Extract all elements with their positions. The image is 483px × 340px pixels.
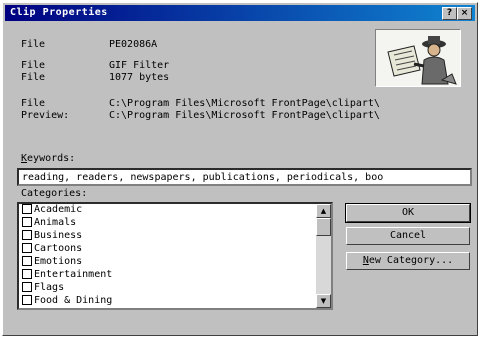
preview-path-label: Preview:: [21, 110, 70, 121]
category-item-academic[interactable]: Academic: [22, 204, 82, 215]
file-name-label: File: [21, 39, 46, 50]
keywords-input-value: reading, readers, newspapers, publicatio…: [22, 172, 384, 183]
category-checkbox[interactable]: [22, 256, 32, 266]
cancel-button[interactable]: Cancel: [346, 227, 470, 245]
help-button[interactable]: ?: [442, 7, 457, 20]
scroll-down-arrow-icon[interactable]: ▼: [316, 294, 331, 308]
category-item-business[interactable]: Business: [22, 230, 82, 241]
file-size-value: 1077 bytes: [109, 72, 170, 83]
title-bar: Clip Properties ? ×: [5, 5, 475, 21]
keywords-label: Keywords:: [21, 153, 76, 164]
category-item-entertainment[interactable]: Entertainment: [22, 269, 112, 280]
category-checkbox[interactable]: [22, 204, 32, 214]
categories-label: Categories:: [21, 188, 88, 199]
category-item-flags[interactable]: Flags: [22, 282, 64, 293]
category-item-food-dining[interactable]: Food & Dining: [22, 295, 112, 306]
close-button[interactable]: ×: [457, 7, 472, 20]
category-checkbox[interactable]: [22, 282, 32, 292]
category-item-animals[interactable]: Animals: [22, 217, 76, 228]
file-name-value: PE02086A: [109, 39, 158, 50]
newspaper-reader-clipart: [376, 30, 460, 86]
category-checkbox[interactable]: [22, 243, 32, 253]
scroll-up-arrow-icon[interactable]: ▲: [316, 204, 331, 218]
category-item-cartoons[interactable]: Cartoons: [22, 243, 82, 254]
file-size-label: File: [21, 72, 46, 83]
category-checkbox[interactable]: [22, 217, 32, 227]
category-checkbox[interactable]: [22, 295, 32, 305]
preview-path-value: C:\Program Files\Microsoft FrontPage\cli…: [109, 110, 380, 121]
categories-listbox[interactable]: Academic Animals Business Cartoons Emoti…: [17, 202, 333, 310]
file-type-value: GIF Filter: [109, 60, 170, 71]
category-checkbox[interactable]: [22, 269, 32, 279]
ok-button[interactable]: OK: [345, 203, 471, 223]
clip-preview-image: [375, 29, 461, 87]
new-category-button[interactable]: New Category...: [346, 252, 470, 270]
categories-scrollbar[interactable]: ▲ ▼: [316, 204, 331, 308]
keywords-input[interactable]: reading, readers, newspapers, publicatio…: [17, 168, 472, 186]
file-type-label: File: [21, 60, 46, 71]
file-path-value: C:\Program Files\Microsoft FrontPage\cli…: [109, 98, 380, 109]
category-item-emotions[interactable]: Emotions: [22, 256, 82, 267]
window-title: Clip Properties: [10, 7, 108, 18]
category-checkbox[interactable]: [22, 230, 32, 240]
file-path-label: File: [21, 98, 46, 109]
scrollbar-thumb[interactable]: [316, 218, 331, 236]
clip-properties-dialog: Clip Properties ? × File PE02086A File G…: [2, 2, 478, 336]
